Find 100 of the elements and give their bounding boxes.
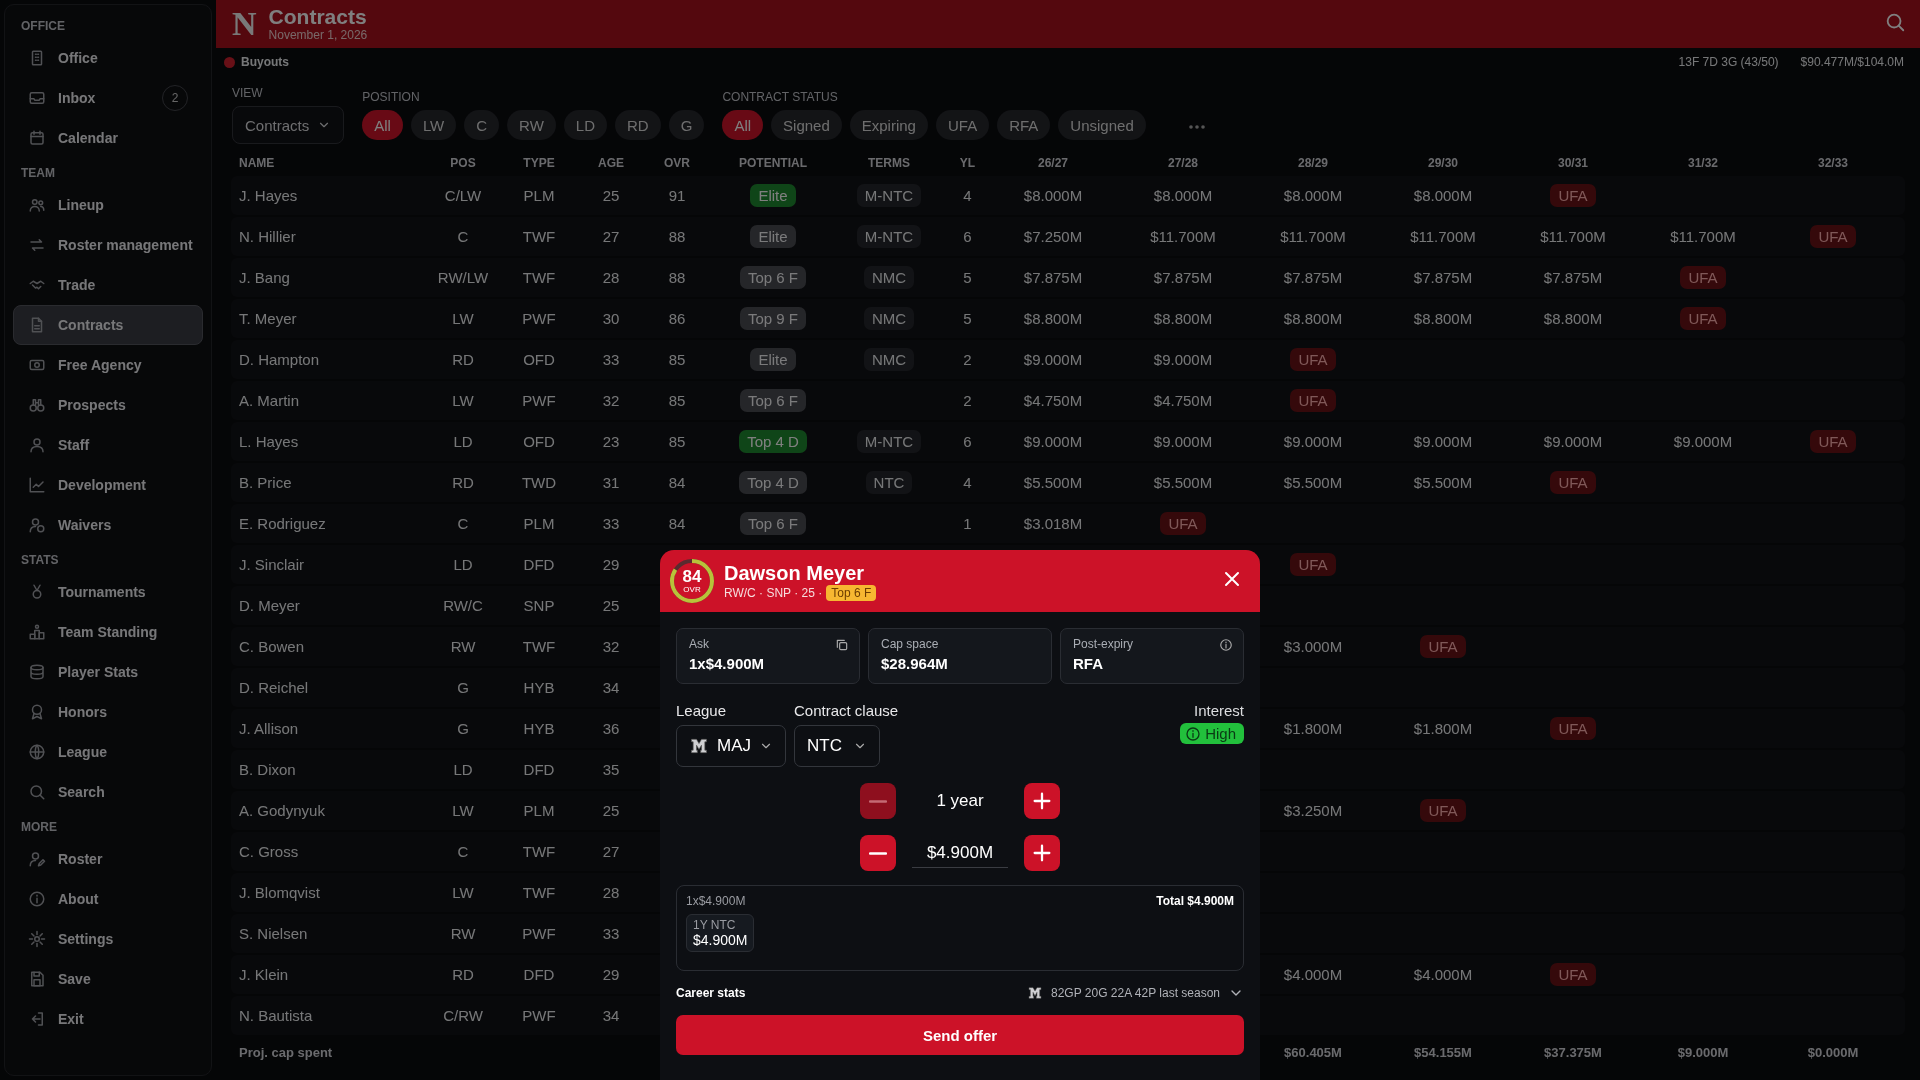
table-cell: 34 bbox=[602, 679, 620, 696]
table-cell-text: N. Hillier bbox=[238, 228, 296, 245]
table-cell: 2 bbox=[963, 392, 972, 409]
table-cell-text: L. Hayes bbox=[238, 433, 299, 450]
table-cell: C/LW bbox=[444, 187, 482, 204]
career-summary: 82GP 20G 22A 42P last season bbox=[1051, 986, 1220, 1000]
interest-badge: High bbox=[1180, 723, 1244, 744]
table-cell: RW bbox=[450, 638, 476, 655]
table-cell: 88 bbox=[668, 228, 686, 245]
potential-tag: Top 6 F bbox=[826, 584, 877, 601]
table-cell: $11.700M bbox=[1540, 228, 1606, 245]
table-cell: TWF bbox=[522, 638, 556, 655]
table-cell: $8.000M bbox=[1153, 187, 1213, 204]
table-cell: OFD bbox=[523, 351, 555, 368]
table-cell-text: J. Blomqvist bbox=[238, 884, 320, 901]
total-cell: $54.155M bbox=[1414, 1044, 1472, 1060]
table-cell-text: A. Martin bbox=[238, 392, 299, 409]
table-cell: 85 bbox=[668, 433, 686, 450]
table-cell: 32 bbox=[602, 638, 620, 655]
table-cell: $4.000M bbox=[1413, 966, 1473, 983]
table-cell: $7.875M bbox=[1543, 269, 1603, 286]
section-heading: OFFICE bbox=[20, 18, 66, 35]
table-cell-text: B. Dixon bbox=[238, 761, 296, 778]
table-cell: $9.000M bbox=[1413, 433, 1473, 450]
logo: N bbox=[232, 5, 257, 43]
table-cell: $9.000M bbox=[1283, 433, 1343, 450]
table-cell: RW/C bbox=[443, 597, 483, 614]
table-cell: 2 bbox=[963, 351, 972, 368]
table-cell: $9.000M bbox=[1673, 433, 1733, 450]
table-cell: 33 bbox=[602, 351, 620, 368]
ufa-tag: UFA bbox=[1810, 430, 1856, 453]
table-cell: 86 bbox=[668, 310, 686, 327]
table-cell: $3.000M bbox=[1283, 638, 1343, 655]
table-cell: PWF bbox=[522, 1007, 556, 1024]
potential-tag: Top 6 F bbox=[740, 512, 806, 535]
table-cell: $7.875M bbox=[1153, 269, 1213, 286]
table-cell: $9.000M bbox=[1153, 433, 1213, 450]
table-cell: $4.000M bbox=[1283, 966, 1343, 983]
ufa-tag: UFA bbox=[1290, 389, 1336, 412]
table-cell: 84 bbox=[668, 515, 686, 532]
potential-tag: Elite bbox=[750, 184, 796, 207]
table-cell: PLM bbox=[523, 802, 555, 819]
filter-label: CONTRACT STATUS bbox=[722, 90, 839, 104]
terms-tag: M-NTC bbox=[856, 430, 922, 453]
table-cell: 27 bbox=[602, 228, 620, 245]
table-cell: $3.250M bbox=[1283, 802, 1343, 819]
cap-summary: $90.477M/$104.0M bbox=[1800, 55, 1904, 69]
table-cell-text: D. Meyer bbox=[238, 597, 300, 614]
table-cell: 6 bbox=[963, 433, 972, 450]
section-heading: STATS bbox=[20, 552, 60, 569]
table-cell: PWF bbox=[522, 392, 556, 409]
table-cell: 85 bbox=[668, 351, 686, 368]
rating-value: 84 bbox=[682, 568, 702, 585]
table-cell: RD bbox=[452, 966, 474, 983]
table-cell: LD bbox=[453, 433, 473, 450]
table-cell: $5.500M bbox=[1153, 474, 1213, 491]
table-cell-text: S. Nielsen bbox=[238, 925, 308, 942]
table-cell: HYB bbox=[523, 679, 555, 696]
table-cell: $8.800M bbox=[1413, 310, 1473, 327]
table-cell: $11.700M bbox=[1150, 228, 1216, 245]
table-cell: 25 bbox=[602, 187, 620, 204]
table-cell: C bbox=[457, 843, 469, 860]
career-label: Career stats bbox=[676, 986, 746, 1000]
table-cell-text: T. Meyer bbox=[238, 310, 297, 327]
table-cell: LW bbox=[452, 310, 474, 327]
table-cell: 4 bbox=[963, 474, 972, 491]
ufa-tag: UFA bbox=[1420, 635, 1466, 658]
footer-label: Proj. cap spent bbox=[238, 1044, 333, 1060]
table-cell: RD bbox=[452, 351, 474, 368]
table-cell: DFD bbox=[523, 556, 555, 573]
table-cell: $9.000M bbox=[1543, 433, 1603, 450]
table-cell: PWF bbox=[522, 310, 556, 327]
filter-label: VIEW bbox=[232, 86, 264, 100]
ufa-tag: UFA bbox=[1550, 963, 1596, 986]
table-cell: 29 bbox=[602, 966, 620, 983]
table-cell: $11.700M bbox=[1280, 228, 1346, 245]
table-cell: $11.700M bbox=[1670, 228, 1736, 245]
total-cell: $9.000M bbox=[1677, 1044, 1729, 1060]
table-cell-text: N. Bautista bbox=[238, 1007, 313, 1024]
summary-total: Total $4.900M bbox=[1156, 894, 1234, 908]
table-cell-text: A. Godynyuk bbox=[238, 802, 325, 819]
table-cell: $8.800M bbox=[1023, 310, 1083, 327]
terms-tag: M-NTC bbox=[856, 184, 922, 207]
card-value: 1x$4.900M bbox=[689, 655, 766, 672]
terms-tag: NMC bbox=[863, 266, 915, 289]
total-cell: $37.375M bbox=[1544, 1044, 1602, 1060]
table-cell-text: E. Rodriguez bbox=[238, 515, 326, 532]
potential-tag: Top 6 F bbox=[740, 266, 806, 289]
table-cell: LW bbox=[452, 392, 474, 409]
potential-tag: Elite bbox=[750, 225, 796, 248]
potential-tag: Top 4 D bbox=[739, 430, 807, 453]
table-cell: RW bbox=[450, 925, 476, 942]
potential-tag: Top 6 F bbox=[740, 389, 806, 412]
table-cell: OFD bbox=[523, 433, 555, 450]
table-cell: $9.000M bbox=[1153, 351, 1213, 368]
table-cell: $7.250M bbox=[1023, 228, 1083, 245]
terms-tag: NMC bbox=[863, 307, 915, 330]
ufa-tag: UFA bbox=[1680, 307, 1726, 330]
table-cell-text: B. Price bbox=[238, 474, 292, 491]
summary-line: 1x$4.900M bbox=[686, 894, 746, 908]
